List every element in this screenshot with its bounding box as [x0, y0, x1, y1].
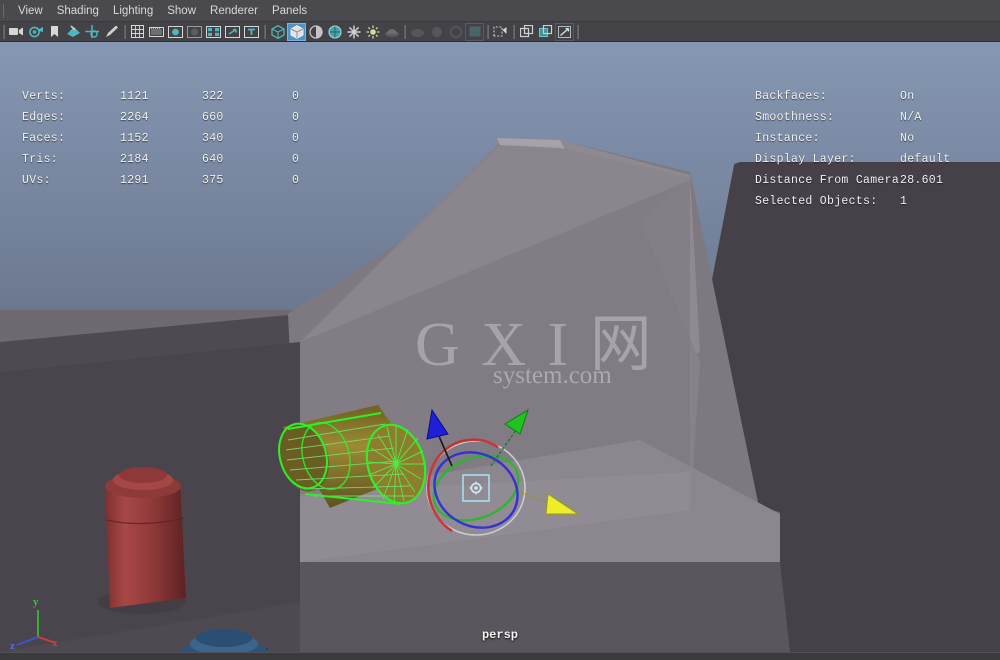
menu-lighting[interactable]: Lighting — [106, 2, 160, 20]
screen-space-ao-icon[interactable] — [408, 23, 427, 41]
camera-icon[interactable] — [7, 23, 26, 41]
toolbar-separator — [484, 23, 491, 41]
motion-blur-icon[interactable] — [427, 23, 446, 41]
anti-alias-icon[interactable] — [465, 22, 484, 41]
menu-panels[interactable]: Panels — [265, 2, 314, 20]
shadows-icon[interactable] — [382, 23, 401, 41]
viewport-icon-toolbar — [0, 22, 1000, 42]
safe-action-icon[interactable] — [223, 23, 242, 41]
toolbar-separator — [0, 23, 7, 41]
image-plane-icon[interactable] — [64, 23, 83, 41]
menu-shading[interactable]: Shading — [50, 2, 106, 20]
field-chart-icon[interactable] — [204, 23, 223, 41]
toolbar-separator — [261, 23, 268, 41]
menubar-drag-handle[interactable] — [3, 3, 11, 18]
toolbar-separator — [510, 23, 517, 41]
camera-attributes-icon[interactable] — [26, 23, 45, 41]
film-gate-icon[interactable] — [147, 23, 166, 41]
menu-renderer[interactable]: Renderer — [203, 2, 265, 20]
red-canister-object — [98, 467, 186, 614]
two-d-pan-zoom-icon[interactable] — [83, 23, 102, 41]
resolution-gate-icon[interactable] — [166, 23, 185, 41]
perspective-viewport[interactable]: y z x G X I 网 system.com Verts: 1121 322… — [0, 42, 1000, 652]
multisample-icon[interactable] — [446, 23, 465, 41]
wireframe-icon[interactable] — [268, 23, 287, 41]
smooth-shade-icon[interactable] — [287, 22, 306, 41]
gate-mask-icon[interactable] — [185, 23, 204, 41]
wireframe-on-shaded-icon[interactable] — [325, 23, 344, 41]
lights-icon[interactable] — [363, 23, 382, 41]
toolbar-separator — [401, 23, 408, 41]
texture-icon[interactable] — [344, 23, 363, 41]
grease-pencil-icon[interactable] — [102, 23, 121, 41]
view-transform-icon[interactable] — [555, 22, 574, 41]
maya-window: View Shading Lighting Show Renderer Pane… — [0, 0, 1000, 660]
exposure-icon[interactable] — [517, 23, 536, 41]
window-bottom-strip — [0, 652, 1000, 660]
viewport-menu-bar: View Shading Lighting Show Renderer Pane… — [0, 0, 1000, 22]
gamma-icon[interactable] — [536, 23, 555, 41]
toolbar-separator — [574, 23, 581, 41]
bookmark-icon[interactable] — [45, 23, 64, 41]
safe-title-icon[interactable] — [242, 23, 261, 41]
menu-show[interactable]: Show — [160, 2, 203, 20]
menu-view[interactable]: View — [11, 2, 50, 20]
shade-flat-icon[interactable] — [306, 23, 325, 41]
xray-icon[interactable] — [491, 23, 510, 41]
toolbar-separator — [121, 23, 128, 41]
grid-icon[interactable] — [128, 23, 147, 41]
viewport-3d-scene — [0, 42, 1000, 652]
